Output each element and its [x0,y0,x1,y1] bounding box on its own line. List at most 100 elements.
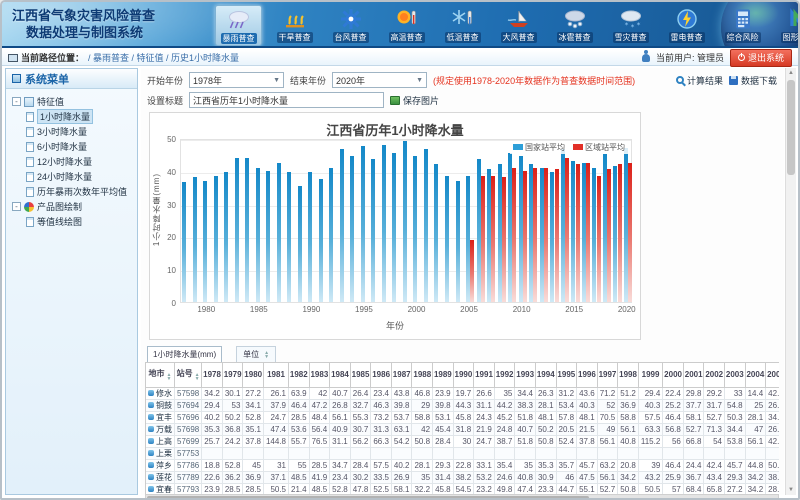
toolbar-item-drought[interactable]: 干旱普查 [271,5,318,46]
bar-national [340,149,344,302]
table-metric-tab[interactable]: 1小时降水量(mm) [147,346,222,363]
toolbar-item-rainstorm[interactable]: 暴雨普查 [215,5,262,46]
table-row[interactable]: 万载5769835.336.835.147.453.656.440.930.73… [146,423,779,435]
value-cell: 40.7 [515,423,536,435]
table-row[interactable]: 上栗57753 [146,447,779,459]
toolbar-item-snow[interactable]: ✶✶✶雪灾普查 [607,5,654,46]
column-header-year[interactable]: 1978 [202,363,223,387]
column-header-year[interactable]: 1984 [330,363,351,387]
tree-item-历年暴雨次数年平均值[interactable]: 历年暴雨次数年平均值 [8,184,135,199]
column-header-year[interactable]: 2000 [663,363,684,387]
column-header-year[interactable]: 1982 [289,363,310,387]
column-header-year[interactable]: 2004 [745,363,766,387]
tree-node-特征值[interactable]: -特征值 [8,94,135,109]
value-cell: 29.2 [704,387,725,399]
calculator-icon [729,7,757,31]
breadcrumb[interactable]: / 暴雨普查 / 特征值 / 历史1小时降水量 [88,51,239,64]
column-header-year[interactable]: 1989 [433,363,454,387]
bar-national [613,166,617,302]
bar-regional [586,163,590,302]
download-data-button[interactable]: 数据下载 [729,74,777,87]
table-row[interactable]: 宜春5779323.928.528.550.521.448.552.847.85… [146,483,779,494]
column-header-year[interactable]: 1986 [371,363,392,387]
value-cell: 19.7 [453,387,474,399]
logout-button[interactable]: 退出系统 [730,49,792,67]
column-header-year[interactable]: 1990 [453,363,474,387]
table-row[interactable]: 上高5769925.724.237.8144.855.776.531.156.2… [146,435,779,447]
table-horizontal-scrollbar[interactable] [145,494,779,500]
value-cell: 56.1 [745,435,766,447]
save-image-button[interactable]: 保存图片 [390,94,439,107]
column-header-year[interactable]: 2002 [704,363,725,387]
table-row[interactable]: 莲花5778922.636.236.937.148.541.923.430.23… [146,471,779,483]
column-header-year[interactable]: 1981 [263,363,288,387]
start-year-select[interactable]: 1978年 ▼ [189,72,284,88]
value-cell: 29.3 [725,471,746,483]
value-cell: 44.7 [556,483,577,494]
table-row[interactable]: 宜丰5769640.250.252.824.728.548.456.155.37… [146,411,779,423]
unit-filter-dropdown[interactable]: 单位 ▲▼ [236,346,276,363]
tree-toggle-icon[interactable]: - [12,202,21,211]
app-title-line1: 江西省气象灾害风险普查 [12,7,155,24]
table-row[interactable]: 修水5759834.230.127.226.163.94240.726.423.… [146,387,779,399]
value-cell: 24.6 [494,471,515,483]
toolbar-item-typhoon[interactable]: 台风普查 [327,5,374,46]
typhoon-icon [337,7,365,31]
column-header-year[interactable]: 1996 [577,363,598,387]
toolbar-item-calculator[interactable]: 综合风险 [719,5,766,46]
scroll-up-arrow-icon[interactable]: ▲ [786,68,796,78]
column-header-year[interactable]: 1994 [535,363,556,387]
station-id-cell: 57699 [175,435,202,447]
table-row[interactable]: 萍乡5778618.852.845315528.534.728.457.540.… [146,459,779,471]
toolbar-item-wind[interactable]: 大风普查 [495,5,542,46]
tree-item-24小时降水量[interactable]: 24小时降水量 [8,169,135,184]
tree-node-产品图绘制[interactable]: -产品图绘制 [8,199,135,214]
column-header-year[interactable]: 1991 [474,363,495,387]
column-header-year[interactable]: 1999 [638,363,662,387]
toolbar-item-lightning[interactable]: 雷电普查 [663,5,710,46]
column-header-year[interactable]: 2001 [683,363,704,387]
value-cell: 40.8 [618,435,639,447]
column-header-year[interactable]: 1992 [494,363,515,387]
value-cell: 56.1 [618,423,639,435]
vscroll-thumb[interactable] [787,80,795,175]
column-header-地市[interactable]: 地市▲▼ [146,363,175,387]
tree-item-3小时降水量[interactable]: 3小时降水量 [8,124,135,139]
end-year-select[interactable]: 2020年 ▼ [332,72,427,88]
column-header-year[interactable]: 2003 [725,363,746,387]
toolbar-item-hail[interactable]: 冰雹普查 [551,5,598,46]
toolbar-item-cold[interactable]: 低温普查 [439,5,486,46]
column-header-year[interactable]: 1997 [597,363,618,387]
sidebar-tree: -特征值1小时降水量3小时降水量6小时降水量12小时降水量24小时降水量历年暴雨… [6,89,137,234]
tree-item-6小时降水量[interactable]: 6小时降水量 [8,139,135,154]
tree-toggle-icon[interactable]: - [12,97,21,106]
sidebar-title: 系统菜单 [6,69,137,89]
column-header-year[interactable]: 1983 [309,363,330,387]
table-row[interactable]: 铜鼓5769429.45334.137.946.447.226.832.746.… [146,399,779,411]
column-header-year[interactable]: 1985 [350,363,371,387]
value-cell: 36.9 [618,399,639,411]
calculate-button[interactable]: 计算结果 [676,74,723,87]
hscroll-thumb[interactable] [147,496,589,500]
tree-item-12小时降水量[interactable]: 12小时降水量 [8,154,135,169]
column-header-year[interactable]: 1995 [556,363,577,387]
column-header-year[interactable]: 2005 [766,363,779,387]
value-cell: 56.1 [330,411,351,423]
chart-title: 江西省历年1小时降水量 [150,120,640,139]
chart-title-input[interactable] [189,92,384,108]
column-header-year[interactable]: 1988 [412,363,433,387]
toolbar-item-heat[interactable]: 高温普查 [383,5,430,46]
toolbar-item-review[interactable]: 图形审核 [775,5,798,46]
column-header-站号[interactable]: 站号▲▼ [175,363,202,387]
column-header-year[interactable]: 1993 [515,363,536,387]
value-cell: 47.4 [515,483,536,494]
value-cell: 18.8 [202,459,223,471]
page-vertical-scrollbar[interactable]: ▲ ▼ [785,68,796,495]
scroll-down-arrow-icon[interactable]: ▼ [786,485,796,495]
tree-item-1小时降水量[interactable]: 1小时降水量 [8,109,135,124]
column-header-year[interactable]: 1980 [243,363,264,387]
tree-item-等值线绘图[interactable]: 等值线绘图 [8,214,135,229]
column-header-year[interactable]: 1987 [391,363,412,387]
column-header-year[interactable]: 1998 [618,363,639,387]
column-header-year[interactable]: 1979 [222,363,243,387]
